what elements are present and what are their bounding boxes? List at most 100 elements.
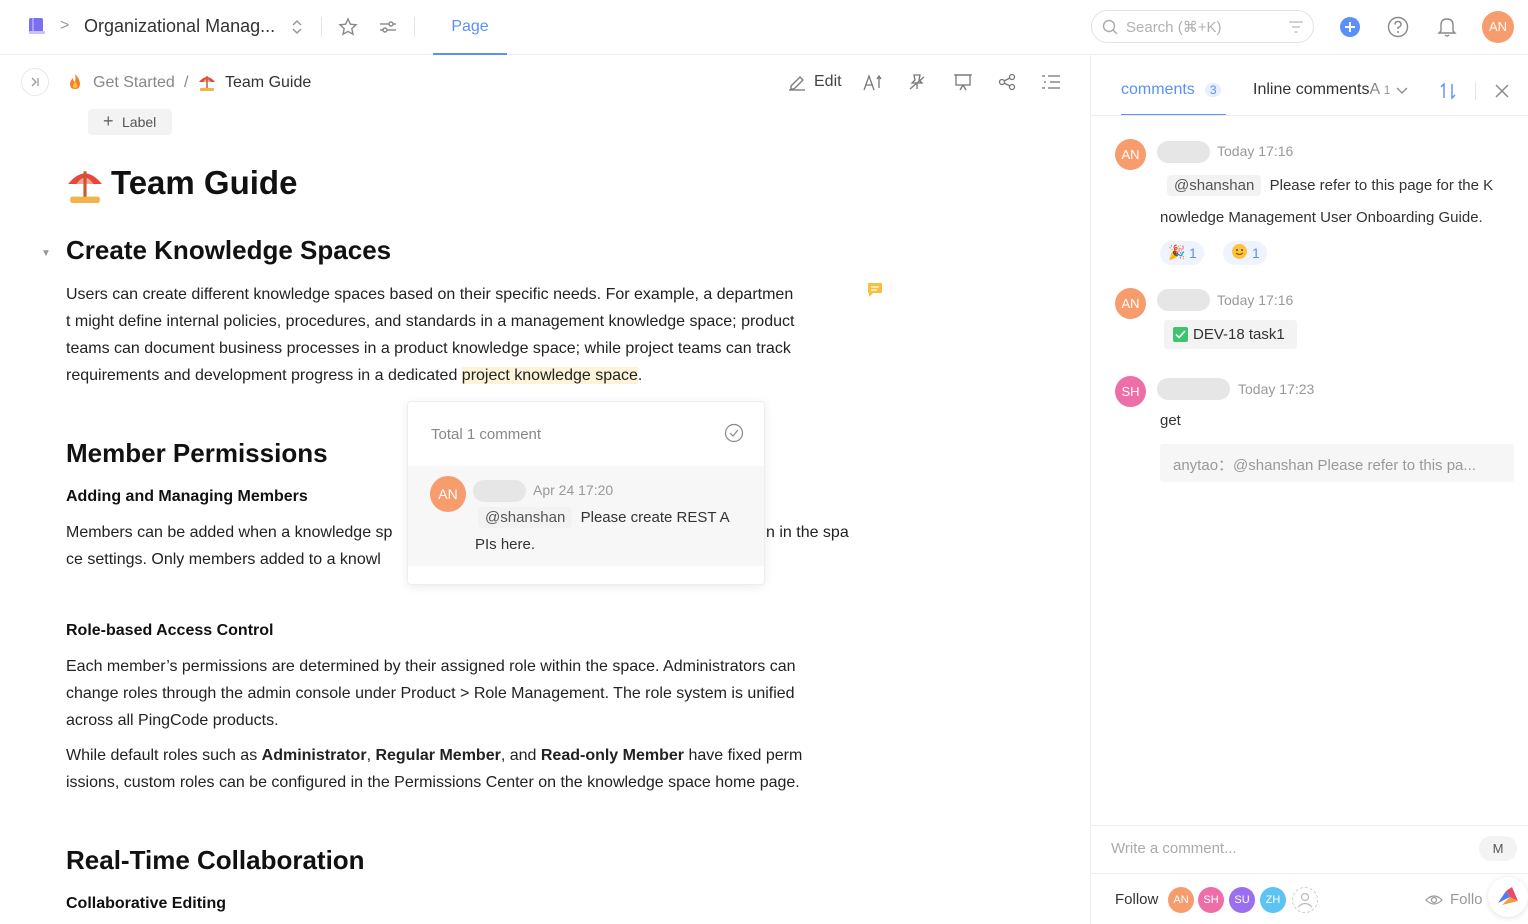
mention-button[interactable]: M: [1479, 836, 1517, 861]
mention[interactable]: @shanshan: [478, 507, 573, 528]
comment-time: Apr 24 17:20: [533, 482, 614, 498]
reaction-smile[interactable]: 1: [1223, 241, 1267, 265]
comment-input[interactable]: Write a comment...: [1111, 840, 1237, 857]
work-item-card[interactable]: DEV-18 task1: [1164, 320, 1297, 349]
paragraph-line: While default roles such as Administrato…: [66, 742, 866, 769]
font-size-icon[interactable]: [863, 73, 883, 91]
pin-icon[interactable]: [907, 73, 927, 91]
tab-comments-label: comments: [1121, 81, 1195, 98]
divider: [321, 17, 322, 37]
search-input[interactable]: [1126, 17, 1276, 37]
paragraph-knowledge-spaces: Users can create different knowledge spa…: [66, 281, 866, 389]
assistant-logo-icon[interactable]: [1488, 877, 1528, 917]
redacted-username: [1157, 141, 1210, 163]
comments-panel: comments 3 Inline commentsA 1 AN Today 1…: [1090, 55, 1528, 924]
avatar[interactable]: AN: [430, 476, 466, 512]
comment-text-line2: PIs here.: [475, 536, 536, 553]
outline-list-icon[interactable]: [1041, 73, 1061, 91]
share-icon[interactable]: [997, 73, 1017, 91]
comment-body: @shanshan Please refer to this page for …: [1167, 175, 1493, 196]
edit-pen-icon[interactable]: [788, 73, 806, 91]
close-icon[interactable]: [1494, 83, 1510, 99]
smile-face-icon: [1231, 243, 1248, 260]
follower-avatar[interactable]: ZH: [1260, 887, 1286, 913]
bell-icon[interactable]: [1437, 16, 1457, 38]
heading-member-permissions: Member Permissions: [66, 438, 328, 468]
tab-comments[interactable]: comments 3: [1121, 81, 1222, 99]
settings-sliders-icon[interactable]: [378, 17, 400, 39]
chevron-down-icon[interactable]: [1395, 85, 1409, 97]
star-icon[interactable]: [338, 17, 360, 39]
comment-marker-icon[interactable]: [867, 282, 883, 298]
edit-button[interactable]: Edit: [814, 73, 842, 91]
heading-create-knowledge-spaces: Create Knowledge Spaces: [66, 235, 392, 265]
tab-page[interactable]: Page: [433, 0, 507, 55]
help-icon[interactable]: [1387, 16, 1409, 38]
paragraph-line: Members can be added when a knowledge sp: [66, 524, 393, 541]
divider: [1475, 82, 1476, 100]
subheading-collaborative-editing: Collaborative Editing: [66, 895, 227, 912]
avatar[interactable]: AN: [1115, 139, 1146, 170]
avatar[interactable]: SH: [1115, 376, 1146, 407]
add-icon[interactable]: [1339, 16, 1361, 38]
mention[interactable]: @shanshan: [1167, 175, 1262, 196]
resolve-check-icon[interactable]: [724, 423, 744, 443]
search-icon: [1102, 19, 1118, 35]
collapse-caret-icon[interactable]: ▼: [41, 248, 51, 259]
text-segment: .: [637, 367, 643, 384]
user-avatar[interactable]: AN: [1482, 11, 1514, 43]
bold-regular-member: Regular Member: [375, 747, 501, 764]
follower-avatar[interactable]: SU: [1229, 887, 1255, 913]
expand-sidebar-icon[interactable]: [21, 68, 49, 96]
quoted-reply[interactable]: anytao：@shanshan Please refer to this pa…: [1160, 444, 1514, 482]
tab-inline-a: A: [1369, 81, 1380, 98]
reaction-count: 1: [1189, 245, 1197, 261]
heading-real-time-collaboration: Real-Time Collaboration: [66, 845, 365, 875]
sort-icon[interactable]: [1439, 82, 1457, 100]
follow-button[interactable]: Follo: [1450, 891, 1488, 908]
add-follower-icon[interactable]: [1292, 887, 1318, 913]
text-segment: have fixed perm: [684, 747, 803, 764]
bold-read-only-member: Read-only Member: [540, 747, 684, 764]
add-label-text: Label: [122, 114, 157, 130]
work-item-text: DEV-18 task1: [1193, 326, 1285, 343]
checkbox-checked-icon: [1173, 327, 1188, 342]
eye-icon: [1425, 893, 1443, 907]
tab-inline-label: Inline comments: [1253, 81, 1370, 98]
quote-text: anytao：@shanshan Please refer to this pa…: [1173, 457, 1476, 474]
comment-text: Please create REST A: [580, 509, 730, 526]
comment-time: Today 17:16: [1217, 292, 1294, 308]
reaction-party[interactable]: 🎉 1: [1160, 241, 1204, 265]
switch-workspace-icon[interactable]: [288, 17, 310, 39]
comment-time: Today 17:16: [1217, 143, 1294, 159]
filter-icon[interactable]: [1288, 20, 1304, 34]
paragraph-line: t might define internal policies, proced…: [66, 313, 795, 330]
book-icon[interactable]: [28, 17, 46, 35]
follower-avatar[interactable]: SH: [1198, 887, 1224, 913]
workspace-name[interactable]: Organizational Manag...: [84, 16, 275, 37]
breadcrumb-get-started[interactable]: Get Started: [93, 74, 175, 92]
comment-text-line2: nowledge Management User Onboarding Guid…: [1160, 209, 1483, 226]
breadcrumb-team-guide[interactable]: Team Guide: [225, 74, 311, 92]
avatar[interactable]: AN: [1115, 288, 1146, 319]
redacted-username: [1157, 289, 1210, 311]
popup-comment[interactable]: AN Apr 24 17:20 @shanshan Please create …: [408, 466, 764, 566]
present-icon[interactable]: [953, 73, 973, 91]
paragraph-line: across all PingCode products.: [66, 712, 279, 729]
divider: [1091, 115, 1528, 116]
follower-avatar[interactable]: AN: [1168, 887, 1194, 913]
tab-inline-comments[interactable]: Inline commentsA 1: [1253, 81, 1390, 99]
add-label-button[interactable]: + Label: [88, 109, 172, 135]
title-umbrella-icon: [66, 165, 104, 203]
comment-body: @shanshan Please create REST A: [478, 507, 730, 528]
inline-comment-popup: Total 1 comment AN Apr 24 17:20 @shansha…: [407, 401, 765, 585]
text-segment: , and: [500, 747, 541, 764]
text-segment: requirements and development progress in…: [66, 367, 462, 384]
highlighted-comment-text[interactable]: project knowledge space: [461, 367, 638, 384]
page-title: Team Guide: [111, 164, 298, 201]
reaction-count: 1: [1252, 245, 1260, 261]
comment-text: get: [1160, 412, 1181, 429]
umbrella-icon: [198, 73, 216, 91]
search-box[interactable]: [1091, 10, 1314, 43]
redacted-username: [473, 480, 526, 502]
